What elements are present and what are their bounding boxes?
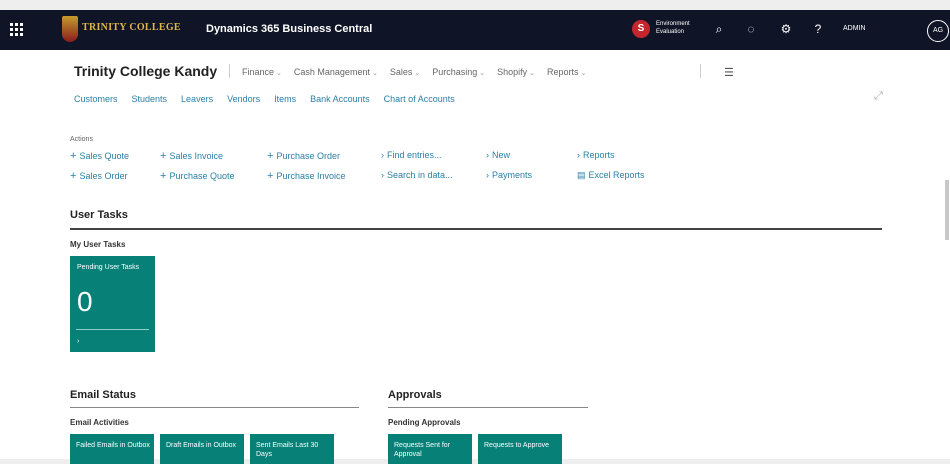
section-divider — [70, 228, 882, 230]
expand-icon[interactable]: ⤢ — [874, 90, 883, 103]
action-sales-invoice[interactable]: + Sales Invoice — [160, 150, 223, 162]
section-divider — [388, 407, 588, 408]
action-purchase-order[interactable]: + Purchase Order — [267, 150, 340, 162]
navigation-menu: Finance ⌄ Cash Management ⌄ Sales ⌄ Purchas… — [242, 67, 598, 77]
action-purchase-invoice[interactable]: + Purchase Invoice — [267, 170, 345, 182]
app-title[interactable]: Dynamics 365 Business Central — [206, 23, 372, 35]
chevron-down-icon: ⌄ — [479, 70, 486, 77]
excel-icon: ▤ — [577, 170, 586, 180]
action-purchase-quote[interactable]: + Purchase Quote — [160, 170, 234, 182]
chevron-right-icon: › — [486, 170, 489, 180]
chevron-right-icon: › — [381, 150, 384, 160]
link-leavers[interactable]: Leavers — [181, 94, 213, 104]
environment-label[interactable]: Environment Evaluation — [656, 20, 704, 36]
tile-label: Pending User Tasks — [77, 264, 140, 271]
action-sales-quote[interactable]: + Sales Quote — [70, 150, 129, 162]
vertical-scrollbar[interactable] — [945, 180, 949, 240]
menu-cash-management[interactable]: Cash Management ⌄ — [294, 67, 378, 77]
requests-to-approve-tile[interactable]: Requests to Approve — [478, 434, 562, 464]
approvals-title: Approvals — [388, 389, 442, 401]
action-payments[interactable]: › Payments — [486, 170, 532, 180]
pending-user-tasks-tile[interactable]: Pending User Tasks 0 › — [70, 256, 155, 352]
menu-sales[interactable]: Sales ⌄ — [390, 67, 420, 77]
link-vendors[interactable]: Vendors — [227, 94, 260, 104]
link-chart-of-accounts[interactable]: Chart of Accounts — [384, 94, 455, 104]
actions-label: Actions — [70, 136, 93, 143]
plus-icon: + — [267, 150, 274, 162]
menu-divider — [700, 64, 701, 78]
chevron-down-icon: ⌄ — [580, 70, 587, 77]
email-status-title: Email Status — [70, 389, 137, 401]
my-user-tasks-label: My User Tasks — [70, 240, 126, 249]
action-sales-order[interactable]: + Sales Order — [70, 170, 127, 182]
chevron-right-icon: › — [577, 150, 580, 160]
menu-divider — [229, 64, 230, 78]
app-launcher-icon[interactable] — [10, 23, 24, 37]
chevron-right-icon: › — [381, 170, 384, 180]
menu-purchasing[interactable]: Purchasing ⌄ — [432, 67, 485, 77]
user-name[interactable]: ADMIN — [843, 25, 866, 32]
section-divider — [70, 407, 359, 408]
college-crest-logo — [62, 16, 78, 42]
action-find-entries[interactable]: › Find entries... — [381, 150, 442, 160]
college-logo-text: TRINITY COLLEGE — [82, 22, 181, 33]
plus-icon: + — [70, 150, 77, 162]
app-header: TRINITY COLLEGE Dynamics 365 Business Ce… — [0, 10, 950, 50]
company-name: Trinity College Kandy — [74, 63, 218, 79]
tile-divider — [76, 329, 149, 330]
link-items[interactable]: Items — [274, 94, 296, 104]
draft-emails-tile[interactable]: Draft Emails in Outbox — [160, 434, 244, 464]
search-icon[interactable]: ⌕ — [712, 22, 726, 37]
notifications-icon[interactable]: ◌ — [744, 22, 758, 36]
user-avatar[interactable]: AG — [927, 20, 949, 42]
action-new[interactable]: › New — [486, 150, 510, 160]
user-tasks-title: User Tasks — [70, 209, 128, 221]
menu-reports[interactable]: Reports ⌄ — [547, 67, 586, 77]
plus-icon: + — [70, 170, 77, 182]
chevron-down-icon: ⌄ — [371, 70, 378, 77]
failed-emails-tile[interactable]: Failed Emails in Outbox — [70, 434, 154, 464]
action-excel-reports[interactable]: ▤ Excel Reports — [577, 170, 645, 181]
tile-value: 0 — [77, 286, 93, 317]
sent-emails-tile[interactable]: Sent Emails Last 30 Days — [250, 434, 334, 464]
chevron-right-icon: › — [77, 338, 80, 345]
action-search-in-data[interactable]: › Search in data... — [381, 170, 453, 180]
chevron-down-icon: ⌄ — [276, 70, 282, 77]
navigation-links: Customers Students Leavers Vendors Items… — [74, 94, 469, 104]
email-activities-label: Email Activities — [70, 418, 129, 427]
menu-finance[interactable]: Finance ⌄ — [242, 67, 282, 77]
environment-badge[interactable]: S — [632, 20, 650, 38]
chevron-down-icon: ⌄ — [529, 70, 536, 77]
chevron-right-icon: › — [486, 150, 489, 160]
action-reports[interactable]: › Reports — [577, 150, 615, 160]
link-bank-accounts[interactable]: Bank Accounts — [310, 94, 370, 104]
chevron-down-icon: ⌄ — [414, 70, 421, 77]
settings-gear-icon[interactable]: ⚙ — [779, 22, 793, 36]
link-customers[interactable]: Customers — [74, 94, 118, 104]
more-menu-icon[interactable]: ☰ — [724, 66, 734, 79]
role-center: Trinity College Kandy Finance ⌄ Cash Mana… — [0, 50, 950, 464]
help-icon[interactable]: ? — [811, 22, 825, 36]
plus-icon: + — [160, 150, 167, 162]
pending-approvals-label: Pending Approvals — [388, 418, 461, 427]
plus-icon: + — [160, 170, 167, 182]
link-students[interactable]: Students — [132, 94, 168, 104]
menu-shopify[interactable]: Shopify ⌄ — [497, 67, 535, 77]
requests-sent-tile[interactable]: Requests Sent for Approval — [388, 434, 472, 464]
plus-icon: + — [267, 170, 274, 182]
